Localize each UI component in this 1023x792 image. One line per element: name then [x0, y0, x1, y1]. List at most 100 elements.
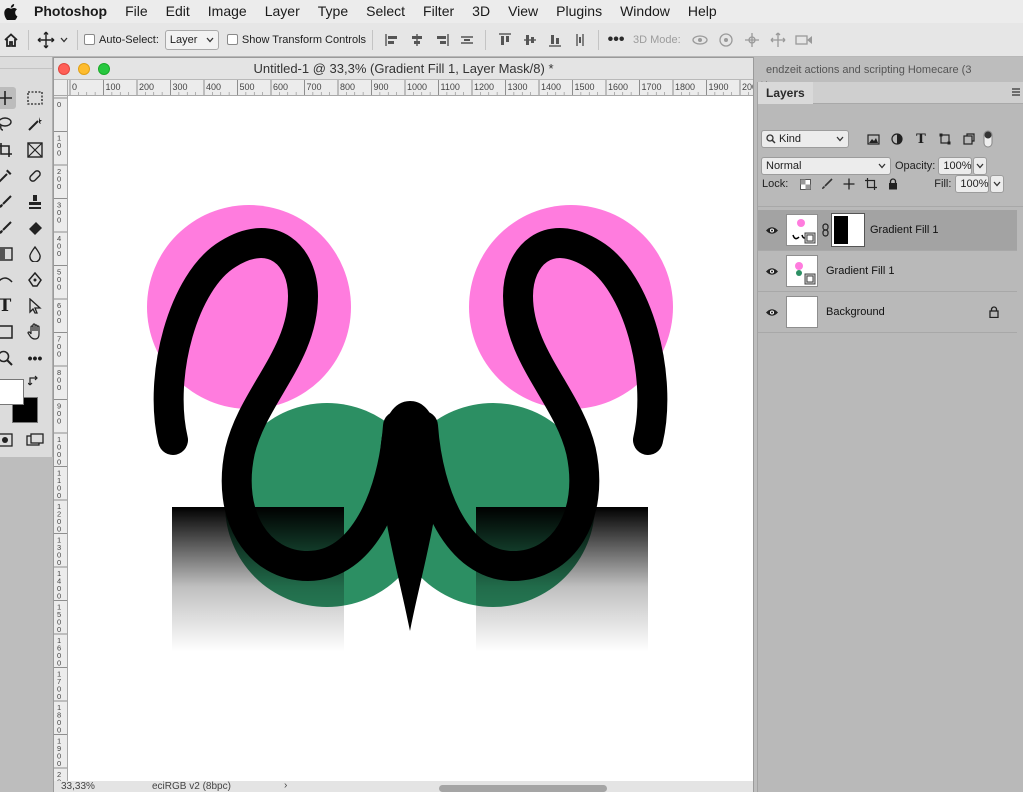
menu-view[interactable]: View [499, 0, 547, 23]
zoom-icon[interactable] [0, 347, 16, 369]
menu-help[interactable]: Help [679, 0, 726, 23]
blur-icon[interactable] [24, 243, 46, 265]
layer-row-background[interactable]: Background [758, 292, 1017, 333]
lock-all-icon[interactable] [882, 178, 904, 190]
foreground-color-swatch[interactable] [0, 379, 24, 405]
apple-icon[interactable] [0, 0, 22, 23]
tab-layers[interactable]: Layers [758, 81, 813, 104]
mask-link-icon[interactable] [818, 223, 832, 237]
vertical-ruler[interactable]: 0100200300400500600700800900100011001200… [54, 96, 68, 781]
layer-row-gradient-fill[interactable]: Gradient Fill 1 [758, 251, 1017, 292]
brush-icon[interactable] [0, 191, 16, 213]
show-transform-checkbox[interactable] [226, 34, 238, 45]
home-icon[interactable] [0, 32, 22, 48]
crop-icon[interactable] [0, 139, 16, 161]
layer-thumbnail[interactable] [786, 296, 818, 328]
panel-grip[interactable] [0, 57, 52, 69]
menu-layer[interactable]: Layer [256, 0, 309, 23]
lock-transparency-icon[interactable] [794, 178, 816, 190]
layer-name[interactable]: Gradient Fill 1 [826, 265, 894, 277]
opacity-slider-toggle[interactable] [973, 157, 988, 175]
magic-wand-icon[interactable] [24, 113, 46, 135]
eraser-icon[interactable] [24, 217, 46, 239]
fill-input[interactable]: 100% [955, 175, 990, 193]
filter-toggle-icon[interactable] [981, 129, 995, 149]
filter-smart-object-icon[interactable] [957, 133, 981, 145]
distribute-vertical-icon[interactable] [567, 33, 592, 47]
chevron-right-icon[interactable]: › [284, 781, 287, 791]
color-profile[interactable]: eciRGB v2 (8bpc) [152, 781, 231, 792]
filter-shape-icon[interactable] [933, 133, 957, 145]
lock-artboard-icon[interactable] [860, 178, 882, 190]
ruler-origin[interactable] [54, 80, 68, 96]
type-tool-icon[interactable]: T [0, 295, 16, 317]
blend-mode-dropdown[interactable]: Normal [761, 157, 891, 175]
filter-kind-dropdown[interactable]: Kind [761, 130, 849, 148]
align-bottom-icon[interactable] [542, 33, 567, 47]
document-canvas[interactable] [68, 96, 753, 781]
menu-3d[interactable]: 3D [463, 0, 499, 23]
screen-mode-icon[interactable] [24, 429, 46, 451]
menu-app-photoshop[interactable]: Photoshop [22, 0, 116, 23]
hand-icon[interactable] [24, 321, 46, 343]
menu-select[interactable]: Select [357, 0, 414, 23]
menu-image[interactable]: Image [199, 0, 256, 23]
menu-window[interactable]: Window [611, 0, 679, 23]
healing-brush-icon[interactable] [24, 165, 46, 187]
layer-thumbnail[interactable] [786, 214, 818, 246]
fill-slider-toggle[interactable] [990, 175, 1005, 193]
3d-slide-icon[interactable] [765, 32, 791, 48]
clone-stamp-icon[interactable] [24, 191, 46, 213]
path-selection-icon[interactable] [24, 295, 46, 317]
layer-mask-thumbnail[interactable] [831, 213, 865, 247]
pen-icon[interactable] [24, 269, 46, 291]
rectangular-marquee-icon[interactable] [24, 87, 46, 109]
3d-camera-icon[interactable] [791, 34, 817, 46]
lasso-icon[interactable] [0, 113, 16, 135]
gradient-icon[interactable] [0, 243, 16, 265]
eyedropper-icon[interactable] [0, 165, 16, 187]
menu-type[interactable]: Type [309, 0, 357, 23]
menu-plugins[interactable]: Plugins [547, 0, 611, 23]
opacity-input[interactable]: 100% [938, 157, 973, 175]
collapsed-panel-tabs[interactable]: endzeit actions and scripting Homecare (… [766, 64, 1023, 82]
lock-image-pixels-icon[interactable] [816, 178, 838, 190]
frame-icon[interactable] [24, 139, 46, 161]
horizontal-ruler[interactable]: 0 100 200 300 400 500 600 700 800 900 1000 1100 1200… [68, 80, 753, 96]
layer-name[interactable]: Gradient Fill 1 [870, 224, 938, 236]
move-tool-icon[interactable] [35, 31, 57, 49]
layer-name[interactable]: Background [826, 306, 885, 318]
align-left-icon[interactable] [379, 33, 404, 47]
lock-position-icon[interactable] [838, 178, 860, 190]
visibility-eye-icon[interactable] [758, 226, 786, 235]
history-brush-icon[interactable] [0, 217, 16, 239]
3d-pan-icon[interactable] [739, 32, 765, 48]
quick-mask-icon[interactable] [0, 429, 16, 451]
align-top-icon[interactable] [492, 32, 517, 47]
auto-select-dropdown[interactable]: Layer [164, 29, 219, 50]
layer-row-gradient-fill-masked[interactable]: Gradient Fill 1 [758, 210, 1017, 251]
swap-colors-icon[interactable] [26, 373, 42, 389]
filter-pixel-icon[interactable] [861, 133, 885, 145]
layer-lock-icon[interactable] [989, 306, 999, 321]
document-title-bar[interactable]: Untitled-1 @ 33,3% (Gradient Fill 1, Lay… [54, 58, 753, 80]
visibility-eye-icon[interactable] [758, 267, 786, 276]
panel-menu-icon[interactable] [1011, 86, 1021, 100]
more-options-icon[interactable]: ••• [605, 31, 627, 49]
layer-thumbnail[interactable] [786, 255, 818, 287]
horizontal-scrollbar-thumb[interactable] [439, 785, 607, 792]
dodge-icon[interactable] [0, 269, 16, 291]
menu-file[interactable]: File [116, 0, 157, 23]
chevron-down-icon[interactable] [57, 37, 71, 43]
align-center-icon[interactable] [404, 33, 429, 47]
more-tools-icon[interactable]: ••• [24, 347, 46, 369]
3d-orbit-icon[interactable] [687, 33, 713, 47]
rectangle-tool-icon[interactable] [0, 321, 16, 343]
zoom-level[interactable]: 33,33% [61, 781, 95, 792]
align-right-icon[interactable] [429, 33, 454, 47]
zoom-window-icon[interactable] [98, 63, 110, 75]
minimize-window-icon[interactable] [78, 63, 90, 75]
close-window-icon[interactable] [58, 63, 70, 75]
menu-edit[interactable]: Edit [157, 0, 199, 23]
filter-type-icon[interactable]: T [909, 132, 933, 147]
